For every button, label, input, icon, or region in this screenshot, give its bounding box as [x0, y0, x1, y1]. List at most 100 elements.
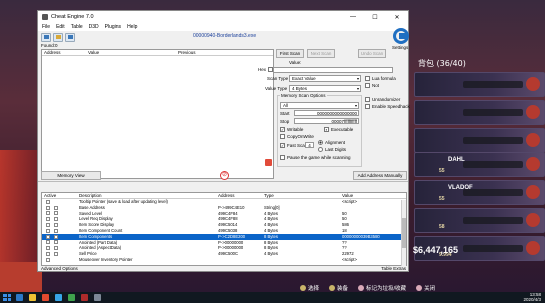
app-icon-red[interactable] [42, 294, 49, 301]
settings-label[interactable]: Settings [392, 45, 408, 50]
hud-mark[interactable]: 标记为垃圾/收藏 [358, 284, 406, 292]
weapon-icon [463, 245, 523, 252]
active-checkbox[interactable] [46, 217, 50, 222]
vertical-scrollbar[interactable] [401, 200, 406, 266]
add-address-button[interactable]: Add Address Manually [353, 171, 407, 180]
hud-equip[interactable]: 装备 [329, 284, 348, 292]
item-level: 58 [439, 224, 445, 230]
table-extras[interactable]: Table Extras [381, 266, 406, 271]
writable-checkbox[interactable]: ✓ Writable [280, 127, 303, 132]
address-table[interactable]: Active Description Address Type Value To… [41, 192, 407, 266]
folder-icon[interactable] [29, 294, 36, 301]
lua-formula-checkbox[interactable]: Lua formula [365, 76, 396, 81]
region-select[interactable]: All ▾ [280, 102, 359, 109]
badge-icon [526, 213, 540, 227]
hud-close[interactable]: 关闭 [416, 284, 435, 292]
badge-icon [526, 185, 540, 199]
inventory-card[interactable]: 58 [414, 208, 545, 233]
active-checkbox[interactable] [46, 222, 50, 227]
value-type-select[interactable]: 4 Bytes ▾ [289, 85, 361, 92]
weapon-icon [463, 189, 523, 196]
value-input[interactable] [273, 67, 393, 73]
inventory-card[interactable] [414, 128, 545, 153]
undo-scan-button[interactable]: Undo Scan [358, 49, 386, 58]
save-button[interactable] [65, 32, 75, 42]
active-checkbox[interactable] [46, 211, 50, 216]
memory-scan-options-label: Memory Scan Options [280, 93, 327, 98]
app-icon-blue[interactable] [55, 294, 62, 301]
enable-speedhack-checkbox[interactable]: Enable Speedhack [365, 104, 410, 109]
memory-view-button[interactable]: Memory View [41, 171, 101, 180]
active-checkbox[interactable] [46, 205, 50, 210]
open-file-button[interactable] [53, 32, 63, 42]
menu-plugins[interactable]: Plugins [105, 24, 121, 30]
col-previous[interactable]: Previous [176, 50, 196, 55]
active-checkbox[interactable] [46, 246, 50, 251]
app-icon [42, 14, 48, 20]
edge-icon[interactable] [16, 294, 23, 301]
first-scan-button[interactable]: First Scan [276, 49, 304, 58]
active-checkbox[interactable] [46, 240, 50, 245]
inventory-card[interactable] [414, 72, 545, 97]
money-display: $6,447,165 [413, 245, 459, 255]
start-address-input[interactable]: 0000000000000000 [294, 110, 359, 116]
table-row[interactable]: Mouseover Inventory Pointer <script> [42, 257, 406, 263]
scroll-thumb[interactable] [402, 218, 406, 248]
tree-node-icon [54, 246, 58, 251]
cheat-engine-logo[interactable] [393, 28, 409, 44]
col-value[interactable]: Value [86, 50, 176, 55]
menu-file[interactable]: File [42, 24, 50, 30]
menu-help[interactable]: Help [127, 24, 137, 30]
maximize-button[interactable]: ☐ [364, 11, 386, 23]
system-clock[interactable]: 13:58 2020/4/3 [523, 292, 541, 302]
stop-address-input[interactable]: 00007fffffffffff [294, 118, 359, 124]
found-list[interactable]: Address Value Previous [41, 49, 274, 179]
minimize-button[interactable]: — [342, 11, 364, 23]
menu-table[interactable]: Table [71, 24, 83, 30]
inventory-card[interactable]: 55 DAHL [414, 152, 545, 177]
item-level: 55 [439, 196, 445, 202]
advanced-options[interactable]: Advanced Options [41, 266, 78, 271]
fast-scan-input[interactable]: 4 [305, 142, 314, 148]
scan-type-select[interactable]: Exact Value ▾ [289, 75, 361, 82]
active-checkbox[interactable] [46, 257, 50, 262]
no-entry-icon[interactable]: ⊘ [220, 171, 229, 180]
game-hud-bar: 选择 装备 标记为垃圾/收藏 关闭 [300, 283, 545, 292]
next-scan-button[interactable]: Next Scan [307, 49, 335, 58]
active-checkbox[interactable] [46, 251, 50, 256]
active-checkbox[interactable] [46, 234, 50, 239]
folder-icon [55, 35, 61, 39]
pause-game-checkbox[interactable]: Pause the game while scanning [280, 155, 351, 160]
menu-edit[interactable]: Edit [56, 24, 65, 30]
weapon-icon [463, 217, 523, 224]
last-digits-radio[interactable]: Last Digits [318, 147, 346, 152]
title-bar[interactable]: Cheat Engine 7.0 — ☐ ✕ [38, 11, 408, 23]
windows-start-icon[interactable] [3, 294, 11, 301]
menu-bar: File Edit Table D3D Plugins Help [38, 23, 408, 31]
divider [38, 181, 408, 182]
cheat-engine-icon[interactable] [94, 294, 101, 301]
inventory-card[interactable] [414, 100, 545, 125]
open-process-button[interactable] [41, 32, 51, 42]
stop-label: Stop [280, 119, 290, 124]
start-label: Start [280, 111, 290, 116]
menu-d3d[interactable]: D3D [89, 24, 99, 30]
fast-scan-checkbox[interactable]: ✓ Fast Scan [280, 143, 307, 148]
pointer-icon[interactable] [265, 159, 272, 166]
inventory-card[interactable]: 55 VLADOF [414, 180, 545, 205]
cheat-engine-window: Cheat Engine 7.0 — ☐ ✕ File Edit Table D… [37, 10, 410, 272]
hud-select[interactable]: 选择 [300, 284, 319, 292]
copy-on-write-checkbox[interactable]: CopyOnWrite [280, 134, 314, 139]
hex-checkbox[interactable]: Hex [258, 67, 274, 72]
col-address[interactable]: Address [42, 50, 86, 55]
alignment-radio[interactable]: Alignment [318, 140, 345, 145]
borderlands-icon[interactable] [81, 294, 88, 301]
app-icon-green[interactable] [68, 294, 75, 301]
executable-checkbox[interactable]: ▪ Executable [324, 127, 353, 132]
unrandomizer-checkbox[interactable]: Unrandomizer [365, 97, 400, 102]
not-checkbox[interactable]: Not [365, 83, 379, 88]
close-button[interactable]: ✕ [386, 11, 408, 23]
badge-icon [526, 105, 540, 119]
active-checkbox[interactable] [46, 199, 50, 204]
active-checkbox[interactable] [46, 228, 50, 233]
